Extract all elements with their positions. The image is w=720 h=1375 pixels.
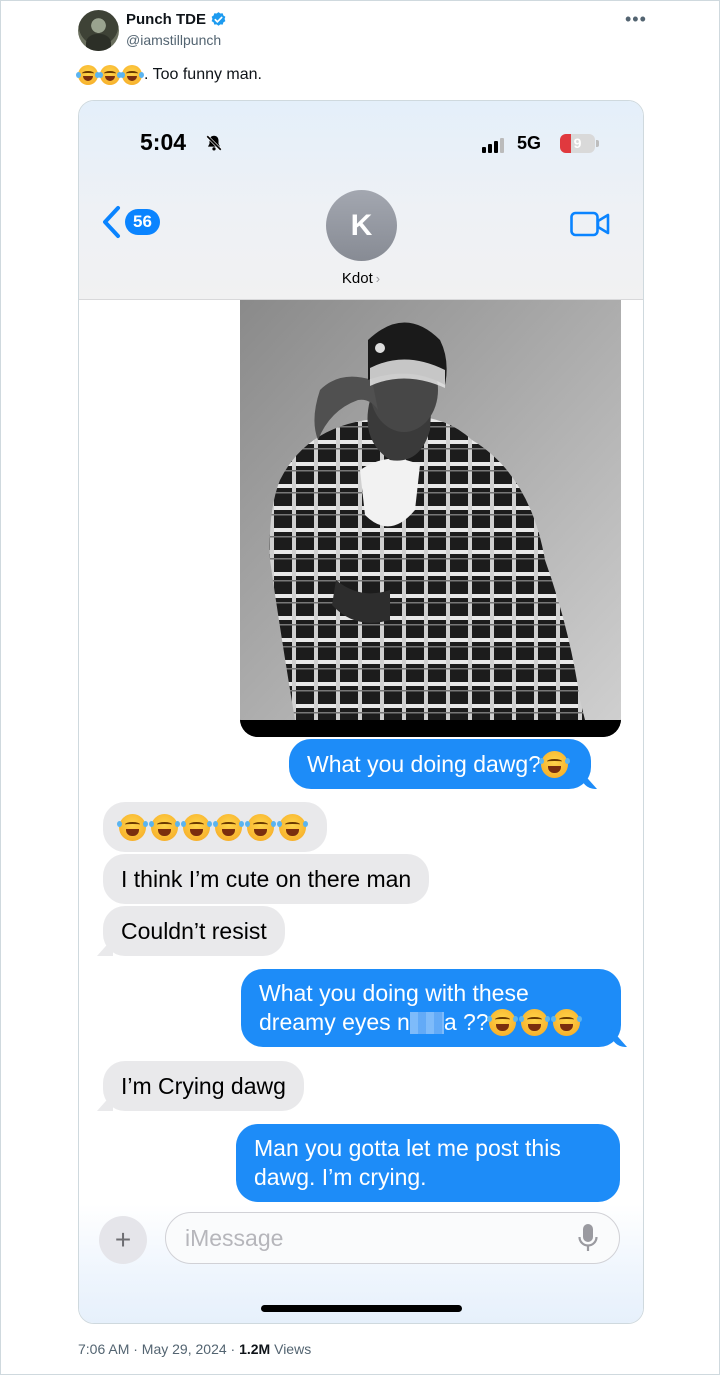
laughing-emoji-icon bbox=[149, 813, 180, 841]
censored-word bbox=[409, 1011, 444, 1034]
tweet-timestamp[interactable]: 7:06 AM · May 29, 2024 · bbox=[78, 1341, 239, 1357]
message-text-part: dreamy eyes n bbox=[259, 1009, 410, 1035]
laughing-emoji-icon bbox=[98, 65, 122, 85]
author-name-row[interactable]: Punch TDE bbox=[126, 11, 227, 28]
message-text-line2: dreamy eyes n a ?? bbox=[259, 1008, 585, 1037]
tweet-container: Punch TDE @iamstillpunch ••• . Too funny… bbox=[0, 0, 720, 1375]
laughing-emoji-icon bbox=[120, 65, 144, 85]
message-text-line1: Man you gotta let me post this bbox=[254, 1135, 561, 1161]
microphone-icon[interactable] bbox=[577, 1223, 599, 1253]
home-indicator bbox=[261, 1305, 462, 1312]
contact-name: Kdot bbox=[341, 270, 373, 287]
message-text-part: a ?? bbox=[443, 1009, 489, 1035]
author-avatar[interactable] bbox=[78, 10, 119, 51]
back-button[interactable]: 56 bbox=[101, 205, 160, 239]
laughing-emoji-icon bbox=[181, 813, 212, 841]
message-incoming[interactable]: Couldn’t resist bbox=[103, 906, 285, 956]
message-text: Couldn’t resist bbox=[121, 917, 267, 944]
views-label: Views bbox=[270, 1341, 312, 1357]
chevron-right-icon: › bbox=[375, 271, 381, 286]
tweet-media-screenshot[interactable]: 5:04 5G 9 56 K Kdot › What you doing daw… bbox=[78, 100, 644, 1324]
status-time: 5:04 bbox=[140, 129, 187, 155]
views-count: 1.2M bbox=[239, 1341, 271, 1357]
message-incoming[interactable]: I’m Crying dawg bbox=[103, 1061, 304, 1111]
imessage-header: 5:04 5G 9 56 K Kdot › bbox=[79, 101, 643, 300]
laughing-emoji-icon bbox=[550, 1009, 582, 1036]
message-outgoing[interactable]: What you doing with these dreamy eyes n … bbox=[241, 969, 621, 1047]
bell-muted-icon bbox=[206, 135, 222, 151]
battery-icon: 9 bbox=[560, 134, 595, 153]
laughing-emoji-icon bbox=[486, 1009, 518, 1036]
message-outgoing[interactable]: Man you gotta let me post this dawg. I’m… bbox=[236, 1124, 620, 1202]
author-handle[interactable]: @iamstillpunch bbox=[126, 32, 221, 48]
message-text-line2: dawg. I’m crying. bbox=[254, 1164, 427, 1190]
message-incoming[interactable]: I think I’m cute on there man bbox=[103, 854, 430, 904]
compose-bar: + iMessage bbox=[79, 1204, 643, 1323]
tweet-text-body: . Too funny man. bbox=[144, 66, 262, 83]
message-text: I’m Crying dawg bbox=[121, 1072, 286, 1099]
cellular-signal-icon bbox=[482, 138, 504, 153]
contact-name-row[interactable]: Kdot › bbox=[79, 270, 643, 287]
laughing-emoji-icon bbox=[76, 65, 100, 85]
shared-photo[interactable] bbox=[240, 300, 621, 737]
message-text: I think I’m cute on there man bbox=[121, 865, 412, 892]
imessage-input[interactable]: iMessage bbox=[165, 1212, 620, 1264]
laughing-emoji-icon bbox=[539, 750, 570, 778]
message-text: What you doing dawg? bbox=[307, 750, 541, 777]
network-type: 5G bbox=[517, 133, 542, 153]
unread-count-badge: 56 bbox=[125, 209, 160, 235]
verified-badge-icon bbox=[211, 12, 226, 26]
message-incoming-emojis[interactable] bbox=[103, 802, 327, 852]
facetime-video-icon[interactable] bbox=[570, 211, 610, 237]
laughing-emoji-icon bbox=[213, 813, 244, 841]
message-outgoing[interactable]: What you doing dawg? bbox=[289, 739, 591, 789]
chevron-left-icon bbox=[103, 206, 120, 238]
laughing-emoji-icon bbox=[245, 813, 276, 841]
more-options-icon[interactable]: ••• bbox=[625, 9, 647, 30]
add-attachment-button[interactable]: + bbox=[99, 1216, 147, 1264]
tweet-meta: 7:06 AM · May 29, 2024 · 1.2M Views bbox=[78, 1341, 311, 1357]
laughing-emoji-icon bbox=[518, 1009, 550, 1036]
photo-portrait-image bbox=[240, 300, 621, 737]
battery-level: 9 bbox=[573, 135, 582, 151]
author-name[interactable]: Punch TDE bbox=[126, 11, 206, 28]
tweet-text: . Too funny man. bbox=[76, 65, 262, 85]
laughing-emoji-icon bbox=[117, 813, 148, 841]
laughing-emoji-icon bbox=[277, 813, 308, 841]
message-text-line1: What you doing with these bbox=[259, 980, 529, 1006]
contact-avatar[interactable]: K bbox=[326, 190, 397, 261]
battery-cap bbox=[596, 140, 599, 147]
